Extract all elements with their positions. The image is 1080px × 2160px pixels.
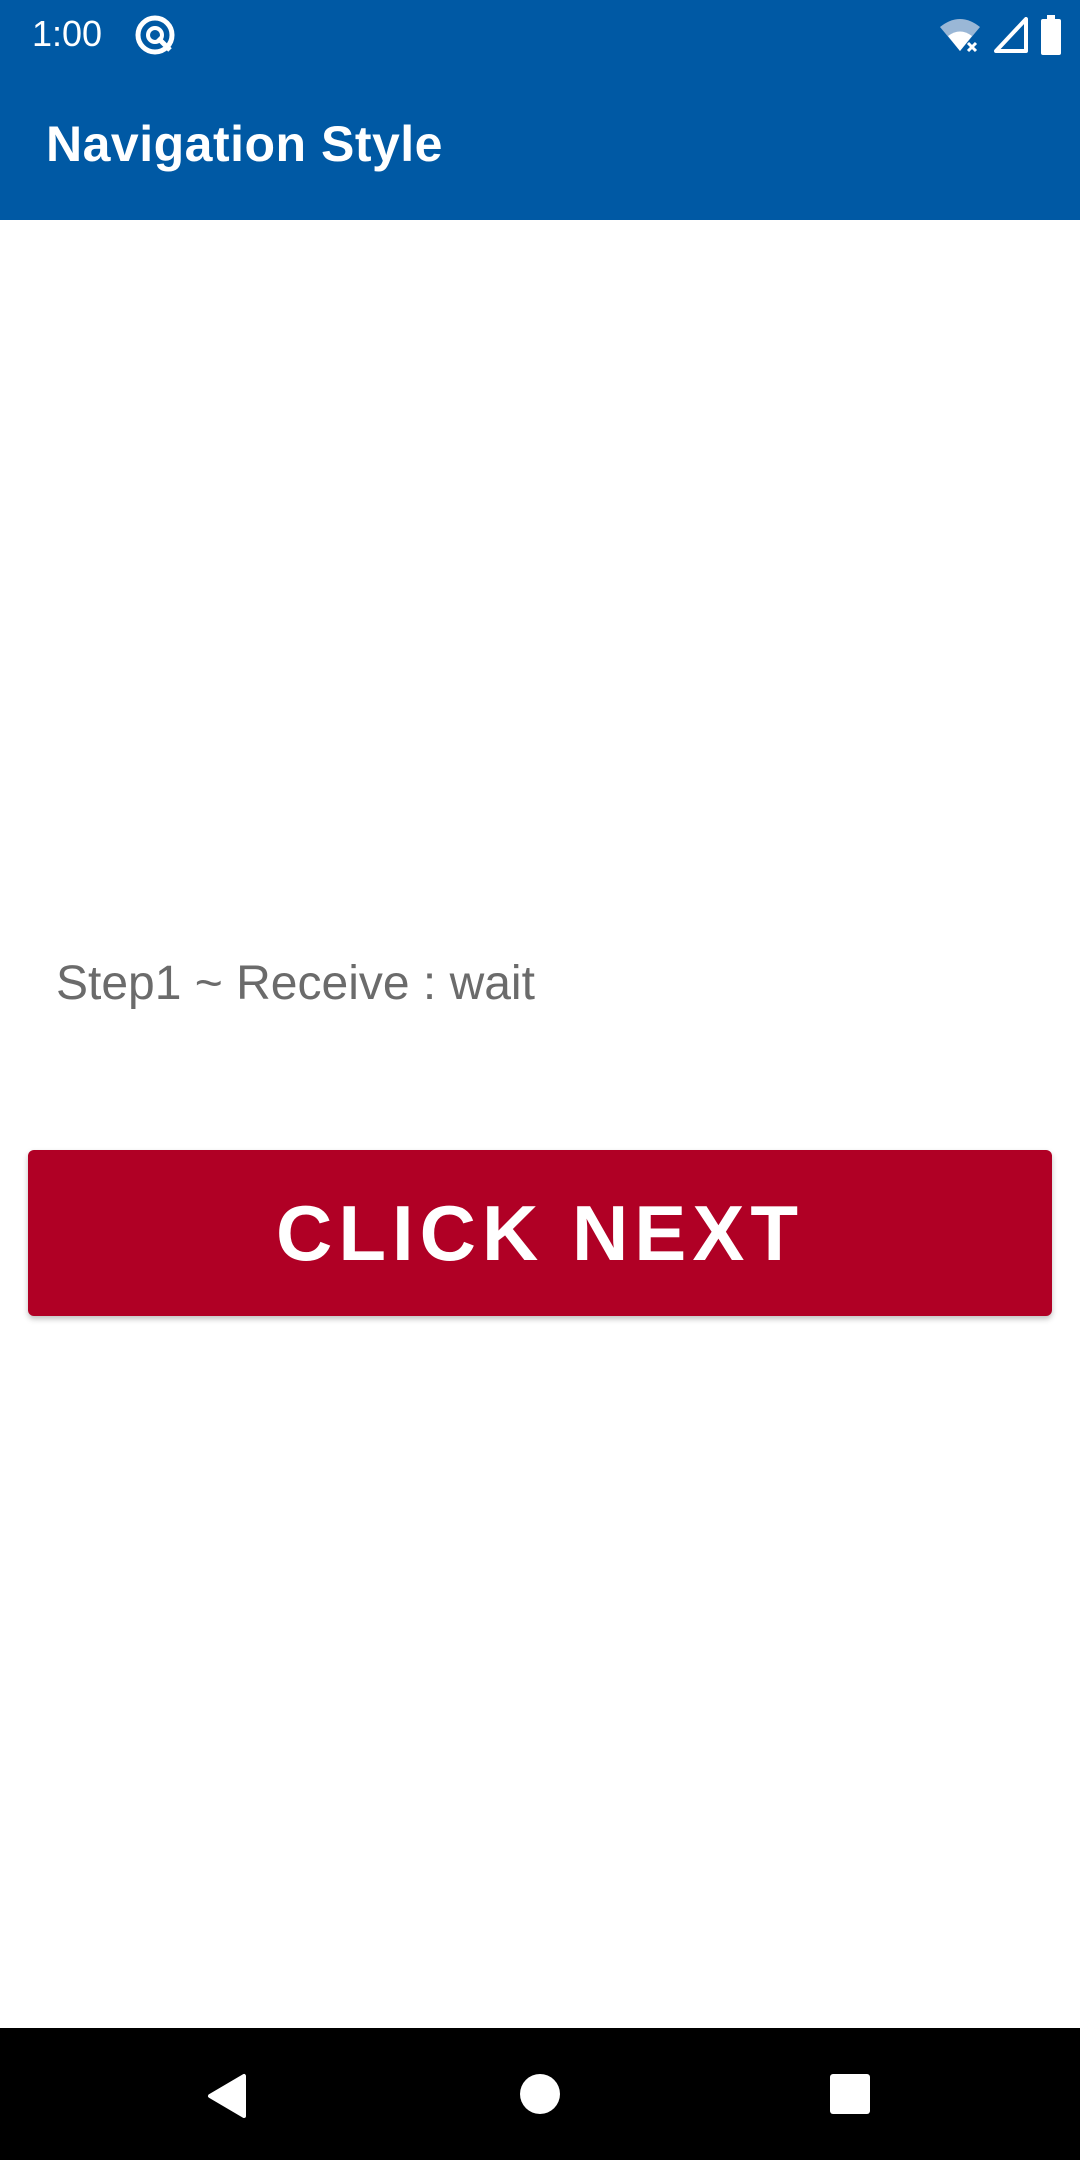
wifi-icon xyxy=(940,19,980,53)
step-status-text: Step1 ~ Receive : wait xyxy=(56,957,535,1010)
system-nav-bar xyxy=(0,2028,1080,2160)
page-title: Navigation Style xyxy=(46,116,443,172)
click-next-button[interactable]: CLICK NEXT xyxy=(28,1150,1052,1316)
back-icon[interactable] xyxy=(204,2072,248,2120)
status-icons xyxy=(938,14,1062,56)
app-bar: Navigation Style xyxy=(0,68,1080,220)
cell-signal-icon xyxy=(994,17,1028,53)
status-time: 1:00 xyxy=(32,13,103,54)
recents-icon[interactable] xyxy=(829,2073,871,2115)
home-icon[interactable] xyxy=(518,2072,562,2116)
battery-icon xyxy=(1041,15,1061,55)
status-bar: 1:00 xyxy=(0,0,1080,68)
main-content: Step1 ~ Receive : wait CLICK NEXT xyxy=(0,220,1080,2028)
app-notification-icon xyxy=(135,15,175,55)
